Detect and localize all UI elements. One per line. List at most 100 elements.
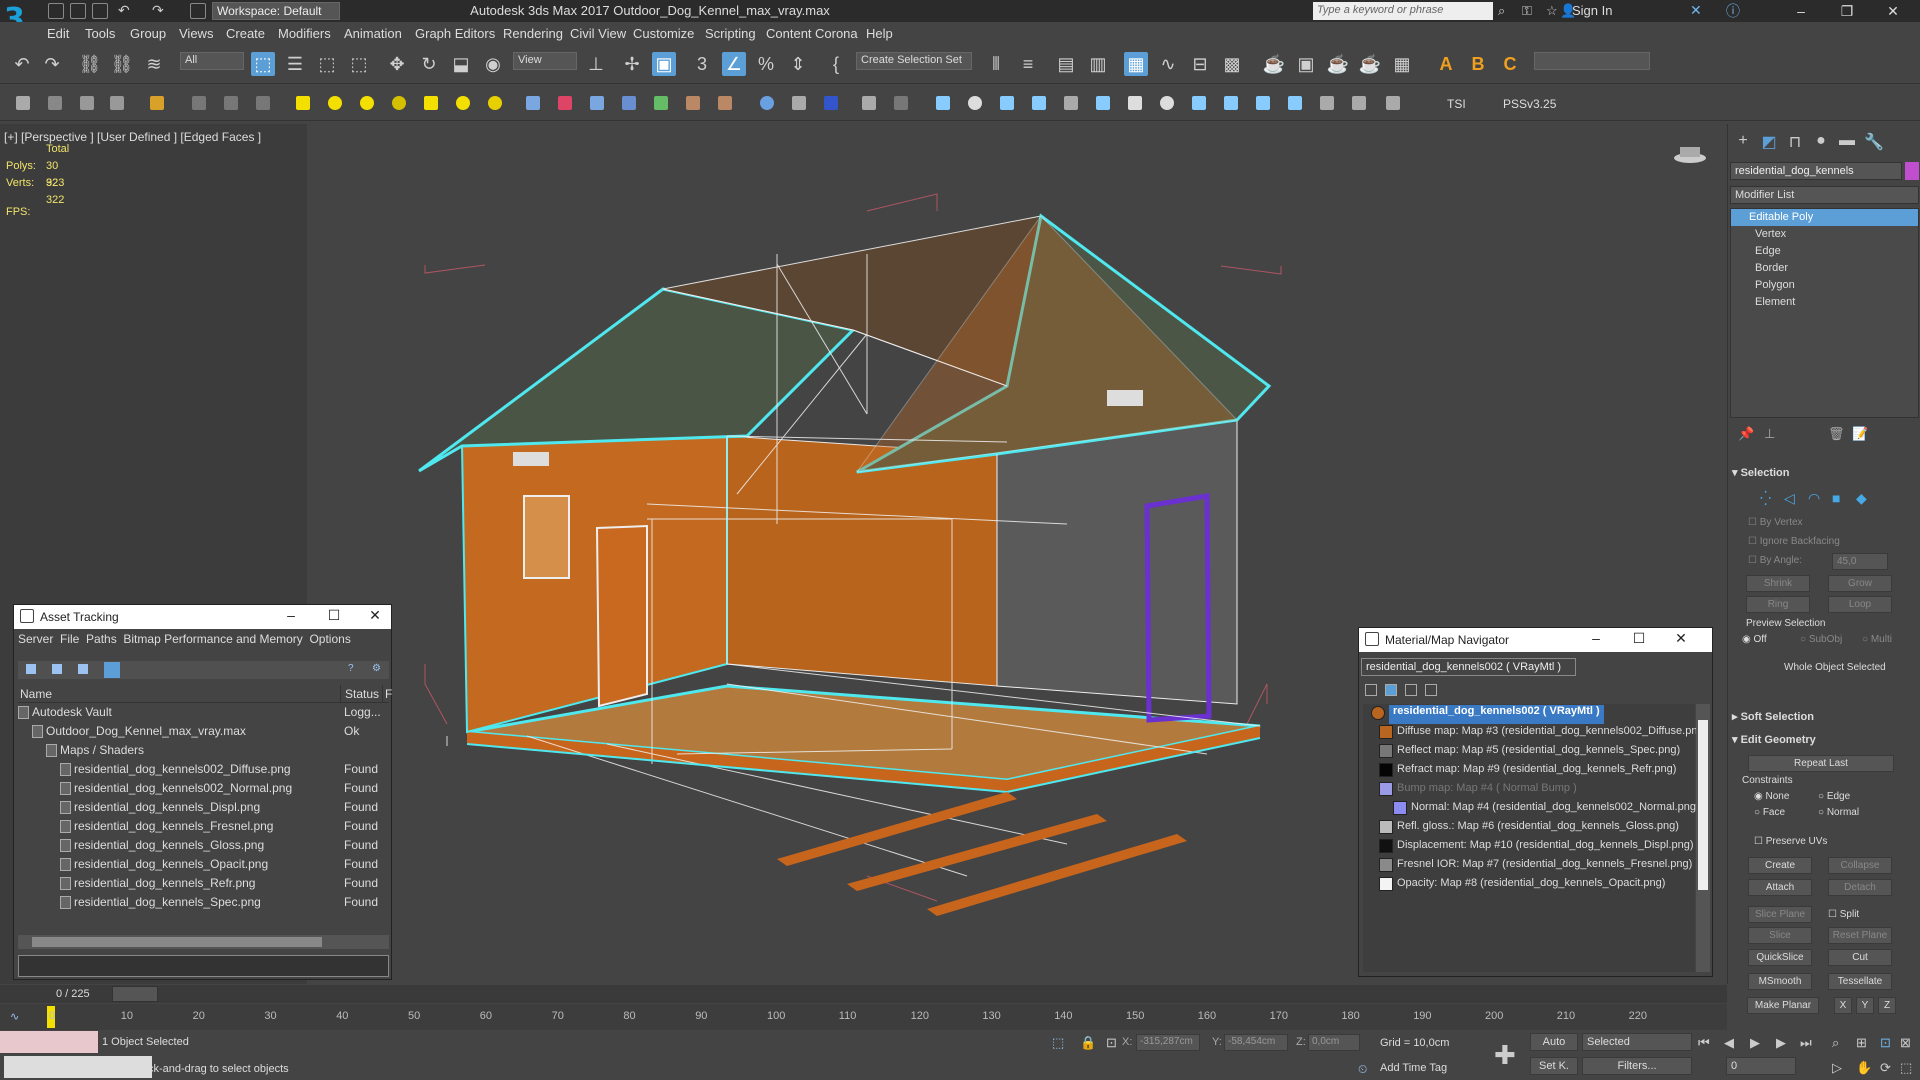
- asset-horizontal-scrollbar[interactable]: [18, 935, 389, 949]
- asset-row[interactable]: residential_dog_kennels_Displ.png Found: [18, 798, 389, 817]
- tsi-button[interactable]: TSI: [1447, 97, 1466, 111]
- text-b-icon[interactable]: B: [1466, 52, 1490, 76]
- binoculars-icon[interactable]: ⌕: [1498, 3, 1505, 19]
- mat-minimize-button[interactable]: –: [1581, 630, 1611, 646]
- align-icon[interactable]: ≡: [1016, 52, 1040, 76]
- sphere-icon[interactable]: [328, 96, 342, 110]
- material-name-field[interactable]: residential_dog_kennels002 ( VRayMtl ): [1361, 658, 1576, 676]
- asset-view-icon-4[interactable]: [104, 662, 120, 678]
- field-of-view-icon[interactable]: ▷: [1832, 1060, 1842, 1076]
- percent-snap-icon[interactable]: %: [754, 52, 778, 76]
- display-tab-icon[interactable]: ▬: [1838, 132, 1856, 150]
- tool-25-icon[interactable]: [1064, 96, 1078, 110]
- angle-spinner[interactable]: 45,0: [1832, 553, 1888, 570]
- time-slider-thumb[interactable]: [112, 986, 158, 1002]
- select-and-scale-icon[interactable]: ⬓: [449, 52, 473, 76]
- undo-icon[interactable]: ↶: [10, 52, 34, 76]
- stack-item-border[interactable]: Border: [1731, 260, 1918, 277]
- menu-group[interactable]: Group: [130, 26, 166, 41]
- selection-lock-icon[interactable]: 🔒: [1080, 1035, 1096, 1051]
- col-status-header[interactable]: Status: [340, 685, 379, 703]
- perspective-viewport[interactable]: [307, 124, 1407, 984]
- tool-12-icon[interactable]: [622, 96, 636, 110]
- selection-rollout-header[interactable]: ▾ Selection: [1732, 466, 1789, 479]
- geosphere-icon[interactable]: [488, 96, 502, 110]
- favorites-star-icon[interactable]: ☆: [1546, 3, 1558, 19]
- create-button[interactable]: Create: [1748, 857, 1812, 874]
- tool-13-icon[interactable]: [654, 96, 668, 110]
- make-planar-x-button[interactable]: X: [1834, 997, 1852, 1014]
- zoom-all-icon[interactable]: ⊞: [1856, 1035, 1867, 1051]
- menu-customize[interactable]: Customize: [633, 26, 694, 41]
- map-row[interactable]: Reflect map: Map #5 (residential_dog_ken…: [1363, 742, 1695, 761]
- tool-14-icon[interactable]: [686, 96, 700, 110]
- view-list-icon[interactable]: [1365, 684, 1377, 696]
- configure-modifier-sets-icon[interactable]: 📝: [1852, 426, 1868, 442]
- tool-34-icon[interactable]: [1352, 96, 1366, 110]
- go-to-start-icon[interactable]: ⏮: [1698, 1035, 1710, 1051]
- tool-1-icon[interactable]: [16, 96, 30, 110]
- edit-named-selection-icon[interactable]: {: [824, 52, 848, 76]
- set-key-button[interactable]: Set K.: [1530, 1057, 1578, 1075]
- slice-button[interactable]: Slice: [1748, 927, 1812, 944]
- make-planar-z-button[interactable]: Z: [1878, 997, 1896, 1014]
- menu-create[interactable]: Create: [226, 26, 265, 41]
- ring-button[interactable]: Ring: [1746, 596, 1810, 613]
- asset-view-icon-1[interactable]: [26, 664, 36, 674]
- mirror-icon[interactable]: ⫴: [984, 52, 1008, 76]
- tool-22-icon[interactable]: [968, 96, 982, 110]
- map-row[interactable]: Displacement: Map #10 (residential_dog_k…: [1363, 837, 1695, 856]
- object-name-field[interactable]: residential_dog_kennels: [1730, 162, 1902, 180]
- cut-button[interactable]: Cut: [1828, 949, 1892, 966]
- material-editor-icon[interactable]: ▩: [1220, 52, 1244, 76]
- tool-15-icon[interactable]: [718, 96, 732, 110]
- bind-space-warp-icon[interactable]: ≋: [142, 52, 166, 76]
- viewcube-icon[interactable]: [1672, 146, 1708, 163]
- tool-32-icon[interactable]: [1288, 96, 1302, 110]
- light-icon[interactable]: [456, 96, 470, 110]
- asset-menu-paths[interactable]: Paths: [86, 632, 117, 646]
- tool-7-icon[interactable]: [224, 96, 238, 110]
- tool-30-icon[interactable]: [1224, 96, 1238, 110]
- split-checkbox[interactable]: ☐ Split: [1828, 909, 1859, 920]
- ignore-backfacing-checkbox[interactable]: ☐ Ignore Backfacing: [1748, 536, 1840, 547]
- view-large-icons-icon[interactable]: [1425, 684, 1437, 696]
- asset-row[interactable]: residential_dog_kennels_Gloss.png Found: [18, 836, 389, 855]
- make-planar-button[interactable]: Make Planar: [1747, 997, 1819, 1014]
- go-to-end-icon[interactable]: ⏭: [1800, 1035, 1812, 1051]
- edge-mode-icon[interactable]: ◁: [1784, 490, 1795, 507]
- named-selection-set-dropdown[interactable]: Create Selection Set: [856, 52, 972, 70]
- maxscript-input[interactable]: [4, 1056, 152, 1078]
- col-name-header[interactable]: Name: [20, 687, 52, 701]
- select-and-move-icon[interactable]: ✥: [385, 52, 409, 76]
- material-navigator-title-bar[interactable]: Material/Map Navigator: [1359, 628, 1712, 652]
- attach-button[interactable]: Attach: [1748, 879, 1812, 896]
- time-slider[interactable]: [0, 985, 1727, 1003]
- tool-10-icon[interactable]: [558, 96, 572, 110]
- tool-11-icon[interactable]: [590, 96, 604, 110]
- tessellate-button[interactable]: Tessellate: [1828, 973, 1892, 990]
- tool-35-icon[interactable]: [1386, 96, 1400, 110]
- exchange-apps-icon[interactable]: ✕: [1690, 2, 1702, 19]
- collapse-button[interactable]: Collapse: [1828, 857, 1892, 874]
- quickslice-button[interactable]: QuickSlice: [1748, 949, 1812, 966]
- motion-tab-icon[interactable]: ●: [1812, 132, 1830, 150]
- menu-modifiers[interactable]: Modifiers: [278, 26, 331, 41]
- asset-row[interactable]: Outdoor_Dog_Kennel_max_vray.max Ok: [18, 722, 389, 741]
- next-frame-icon[interactable]: ▶︎: [1776, 1035, 1786, 1051]
- map-row[interactable]: Refl. gloss.: Map #6 (residential_dog_ke…: [1363, 818, 1695, 837]
- select-and-place-icon[interactable]: ◉: [481, 52, 505, 76]
- asset-view-icon-2[interactable]: [52, 664, 62, 674]
- isolate-selection-icon[interactable]: ⬚: [1052, 1035, 1064, 1051]
- menu-animation[interactable]: Animation: [344, 26, 402, 41]
- time-tag-icon[interactable]: ⏲: [1358, 1062, 1367, 1077]
- reference-coordinate-dropdown[interactable]: View: [513, 52, 577, 70]
- window-crossing-icon[interactable]: ⬚: [347, 52, 371, 76]
- snaps-toggle-icon[interactable]: 3: [690, 52, 714, 76]
- object-color-swatch[interactable]: [1905, 162, 1919, 180]
- tool-5-icon[interactable]: [150, 96, 164, 110]
- cylinder-icon[interactable]: [360, 96, 374, 110]
- preview-multi-radio[interactable]: ○ Multi: [1862, 634, 1892, 645]
- map-row[interactable]: Refract map: Map #9 (residential_dog_ken…: [1363, 761, 1695, 780]
- stack-item-edge[interactable]: Edge: [1731, 243, 1918, 260]
